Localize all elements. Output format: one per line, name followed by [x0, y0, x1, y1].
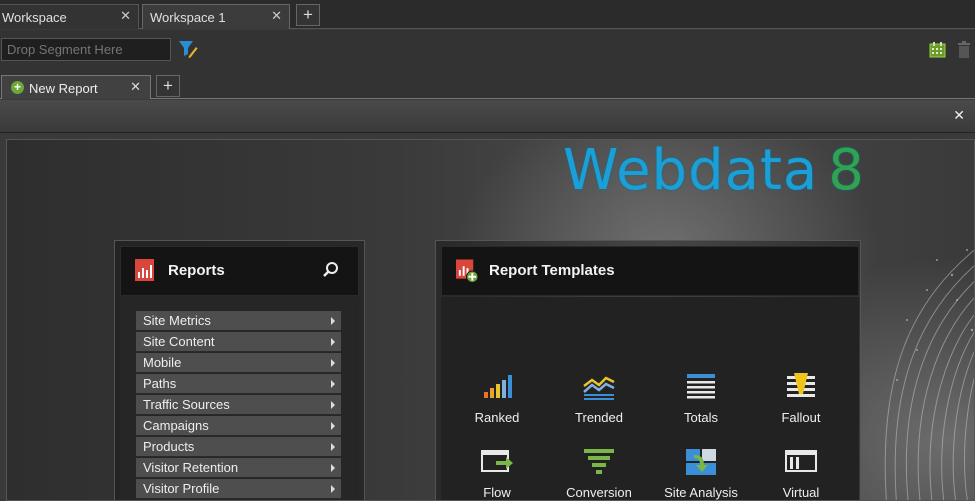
templates-grid: Ranked Trended Totals Fallout Flow Conve…	[441, 297, 859, 500]
calendar-icon[interactable]	[929, 41, 946, 58]
template-label: Totals	[684, 410, 718, 425]
template-virtual[interactable]: Virtual	[751, 447, 851, 500]
reports-menu-item[interactable]: Paths	[136, 374, 341, 394]
add-report-button[interactable]: +	[156, 75, 180, 97]
template-flow[interactable]: Flow	[447, 447, 547, 500]
report-tab-new-report[interactable]: + New Report ✕	[1, 75, 151, 99]
segment-drop-field[interactable]	[1, 38, 171, 61]
logo-text: Webdata	[563, 139, 819, 203]
reports-menu-item[interactable]: Visitor Profile	[136, 479, 341, 499]
chevron-right-icon	[331, 464, 335, 472]
templates-panel-title: Report Templates	[489, 262, 615, 279]
reports-panel-header: Reports	[120, 246, 359, 296]
menu-item-label: Visitor Retention	[143, 460, 239, 475]
workspace-tabbar: Workspace ✕ Workspace 1 ✕ +	[0, 0, 975, 29]
menu-item-label: Site Content	[143, 334, 215, 349]
template-trended[interactable]: Trended	[549, 372, 649, 432]
flow-icon	[481, 450, 513, 472]
add-workspace-button[interactable]: +	[296, 4, 320, 26]
reports-menu-item[interactable]: Campaigns	[136, 416, 341, 436]
new-report-template-icon	[456, 259, 479, 283]
workspace-tab-1[interactable]: Workspace 1 ✕	[142, 4, 290, 29]
fallout-icon	[787, 373, 815, 397]
template-label: Conversion	[566, 485, 632, 500]
trended-icon	[583, 376, 615, 400]
report-canvas: Webdata 8 Reports Site Metrics Site Conte…	[6, 139, 975, 501]
template-site-analysis[interactable]: Site Analysis	[651, 447, 751, 500]
menu-item-label: Paths	[143, 376, 177, 391]
menu-item-label: Products	[143, 439, 195, 454]
menu-item-label: Traffic Sources	[143, 397, 230, 412]
reports-menu-item[interactable]: Traffic Sources	[136, 395, 341, 415]
chevron-right-icon	[331, 422, 335, 430]
chevron-right-icon	[331, 359, 335, 367]
workspace-tab-label: Workspace	[2, 10, 67, 25]
template-label: Fallout	[781, 410, 821, 425]
conversion-icon	[584, 449, 614, 474]
template-label: Trended	[575, 410, 623, 425]
template-label: Flow	[483, 485, 511, 500]
chevron-right-icon	[331, 401, 335, 409]
chevron-right-icon	[331, 443, 335, 451]
search-icon[interactable]	[322, 261, 340, 279]
reports-menu-item[interactable]: Mobile	[136, 353, 341, 373]
template-label: Ranked	[474, 410, 520, 425]
close-icon[interactable]: ✕	[271, 8, 282, 24]
menu-item-label: Mobile	[143, 355, 182, 370]
reports-menu-item[interactable]: Site Content	[136, 332, 341, 352]
reports-menu-item[interactable]: Products	[136, 437, 341, 457]
ranked-icon	[484, 375, 512, 398]
panel-toolbar: ✕	[0, 100, 975, 133]
menu-item-label: Campaigns	[143, 418, 209, 433]
new-report-icon: +	[11, 81, 24, 94]
template-label: Virtual	[782, 485, 820, 500]
reports-menu-item[interactable]: Visitor Retention	[136, 458, 341, 478]
reports-icon	[135, 259, 154, 281]
templates-panel-header: Report Templates	[441, 246, 859, 296]
chevron-right-icon	[331, 338, 335, 346]
template-label: Site Analysis	[664, 485, 738, 500]
template-conversion[interactable]: Conversion	[549, 447, 649, 500]
chevron-right-icon	[331, 380, 335, 388]
trash-icon[interactable]	[957, 41, 971, 58]
workspace-tab-0[interactable]: Workspace ✕	[0, 4, 139, 29]
report-tab-label: New Report	[29, 81, 98, 96]
filter-edit-icon[interactable]	[178, 39, 198, 59]
chevron-right-icon	[331, 485, 335, 493]
close-panel-icon[interactable]: ✕	[953, 107, 965, 124]
workspace-tab-label: Workspace 1	[150, 10, 226, 25]
reports-menu: Site Metrics Site Content Mobile Paths T…	[120, 297, 359, 500]
report-tabbar: + New Report ✕ +	[0, 70, 975, 99]
chevron-right-icon	[331, 317, 335, 325]
totals-icon	[687, 374, 715, 399]
reports-menu-item[interactable]: Site Metrics	[136, 311, 341, 331]
menu-item-label: Site Metrics	[143, 313, 211, 328]
site-analysis-icon	[686, 449, 716, 475]
template-totals[interactable]: Totals	[651, 372, 751, 432]
template-fallout[interactable]: Fallout	[751, 372, 851, 432]
virtual-icon	[785, 450, 817, 472]
menu-item-label: Visitor Profile	[143, 481, 220, 496]
reports-panel-title: Reports	[168, 262, 225, 279]
close-icon[interactable]: ✕	[120, 8, 131, 24]
template-ranked[interactable]: Ranked	[447, 372, 547, 432]
close-icon[interactable]: ✕	[130, 79, 141, 95]
segment-bar	[0, 30, 975, 70]
